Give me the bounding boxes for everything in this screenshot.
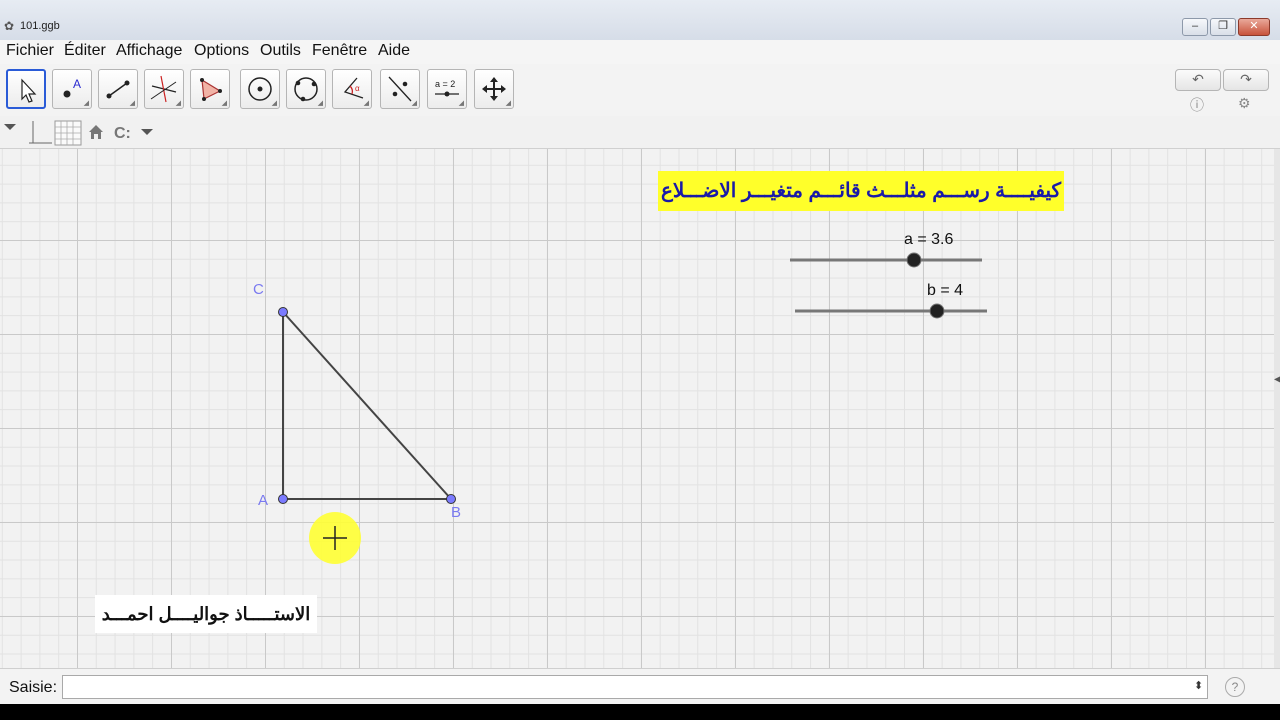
circle-center-point-tool[interactable]: ◢ [240, 69, 280, 109]
reflect-line-icon [388, 76, 412, 102]
undo-icon: ↶ [1192, 71, 1204, 87]
window-titlebar: ✿ 101.ggb – ❐ ✕ [0, 0, 1280, 41]
geogebra-app-icon: ✿ [4, 19, 15, 33]
circle-three-points-tool[interactable]: ◢ [286, 69, 326, 109]
input-label: Saisie: [9, 679, 58, 696]
reflect-line-tool[interactable]: ◢ [380, 69, 420, 109]
redo-icon: ↷ [1240, 71, 1252, 87]
slider-tool-label: a = 2 [435, 79, 455, 89]
slider-b[interactable] [795, 303, 987, 319]
input-bar: Saisie: ⬍ ? [0, 668, 1280, 705]
point-a[interactable] [278, 494, 288, 504]
redo-button[interactable]: ↷ [1223, 69, 1269, 91]
home-icon[interactable] [89, 125, 103, 139]
menu-aide[interactable]: Aide [378, 42, 410, 60]
point-c[interactable] [278, 307, 288, 317]
maximize-button[interactable]: ❐ [1210, 18, 1236, 36]
polygon-tool[interactable]: ◢ [190, 69, 230, 109]
menu-fichier[interactable]: Fichier [6, 42, 54, 60]
settings-gear-icon[interactable]: ⚙ [1238, 95, 1251, 112]
menu-editer[interactable]: Éditer [64, 42, 106, 60]
move-view-icon [482, 77, 506, 101]
perpendicular-line-tool[interactable]: ◢ [144, 69, 184, 109]
segment-icon [106, 80, 130, 99]
segment-tool[interactable]: ◢ [98, 69, 138, 109]
slider-icon: a = 2 [435, 79, 459, 97]
help-icon[interactable]: ⓘ [1190, 95, 1204, 115]
collapse-arrow-icon: ◀ [1274, 374, 1280, 385]
arrow-cursor-icon [21, 78, 37, 103]
circle-three-points-icon [294, 77, 318, 102]
author-credit: الاستـــــاذ جواليــــل احمـــد [95, 595, 317, 633]
undo-button[interactable]: ↶ [1175, 69, 1221, 91]
style-bar: C: [0, 116, 1280, 149]
bottom-strip [0, 704, 1280, 720]
tool-bar: A ◢ ◢ ◢ ◢ ◢ ◢ α ◢ ◢ a = 2 ◢ ◢ ↶ ↷ ⓘ ⚙ [0, 64, 1280, 117]
slider-a[interactable] [790, 252, 982, 268]
point-icon: A [63, 77, 81, 98]
axes-icon[interactable] [29, 121, 52, 144]
mouse-cursor-highlight [309, 512, 361, 564]
svg-text:A: A [73, 77, 81, 91]
perpendicular-line-icon [150, 75, 177, 103]
angle-tool[interactable]: α ◢ [332, 69, 372, 109]
point-b-label: B [451, 504, 461, 521]
angle-icon: α [343, 77, 364, 99]
slider-tool[interactable]: a = 2 ◢ [427, 69, 467, 109]
input-help-icon[interactable]: ? [1225, 677, 1245, 697]
minimize-button[interactable]: – [1182, 18, 1208, 36]
window-title: 101.ggb [20, 20, 60, 32]
point-a-label: A [258, 492, 268, 509]
slider-b-knob[interactable] [929, 303, 945, 319]
grid-icon[interactable] [54, 120, 82, 146]
point-tool[interactable]: A ◢ [52, 69, 92, 109]
point-capture-icon[interactable]: C: [114, 125, 131, 142]
move-tool[interactable] [6, 69, 46, 109]
input-history-spinner-icon[interactable]: ⬍ [1194, 679, 1203, 692]
svg-text:α: α [355, 84, 360, 93]
toggle-stylebar-icon[interactable] [4, 124, 16, 130]
menu-options[interactable]: Options [194, 42, 249, 60]
menu-fenetre[interactable]: Fenêtre [312, 42, 367, 60]
menu-bar: Fichier Éditer Affichage Options Outils … [0, 40, 1280, 64]
point-b[interactable] [446, 494, 456, 504]
close-button[interactable]: ✕ [1238, 18, 1270, 36]
menu-affichage[interactable]: Affichage [116, 42, 182, 60]
circle-center-icon [248, 77, 272, 101]
segment-bc[interactable] [282, 311, 452, 500]
side-panel-toggle[interactable]: ◀ [1274, 149, 1280, 668]
polygon-icon [200, 78, 222, 101]
menu-outils[interactable]: Outils [260, 42, 301, 60]
point-c-label: C [253, 281, 264, 298]
move-view-tool[interactable]: ◢ [474, 69, 514, 109]
slider-a-knob[interactable] [906, 252, 922, 268]
point-capture-dropdown-icon[interactable] [141, 129, 153, 135]
graphics-view[interactable]: كيفيــــة رســـم مثلـــث قائـــم متغيـــ… [0, 149, 1274, 668]
input-field[interactable] [62, 675, 1208, 699]
